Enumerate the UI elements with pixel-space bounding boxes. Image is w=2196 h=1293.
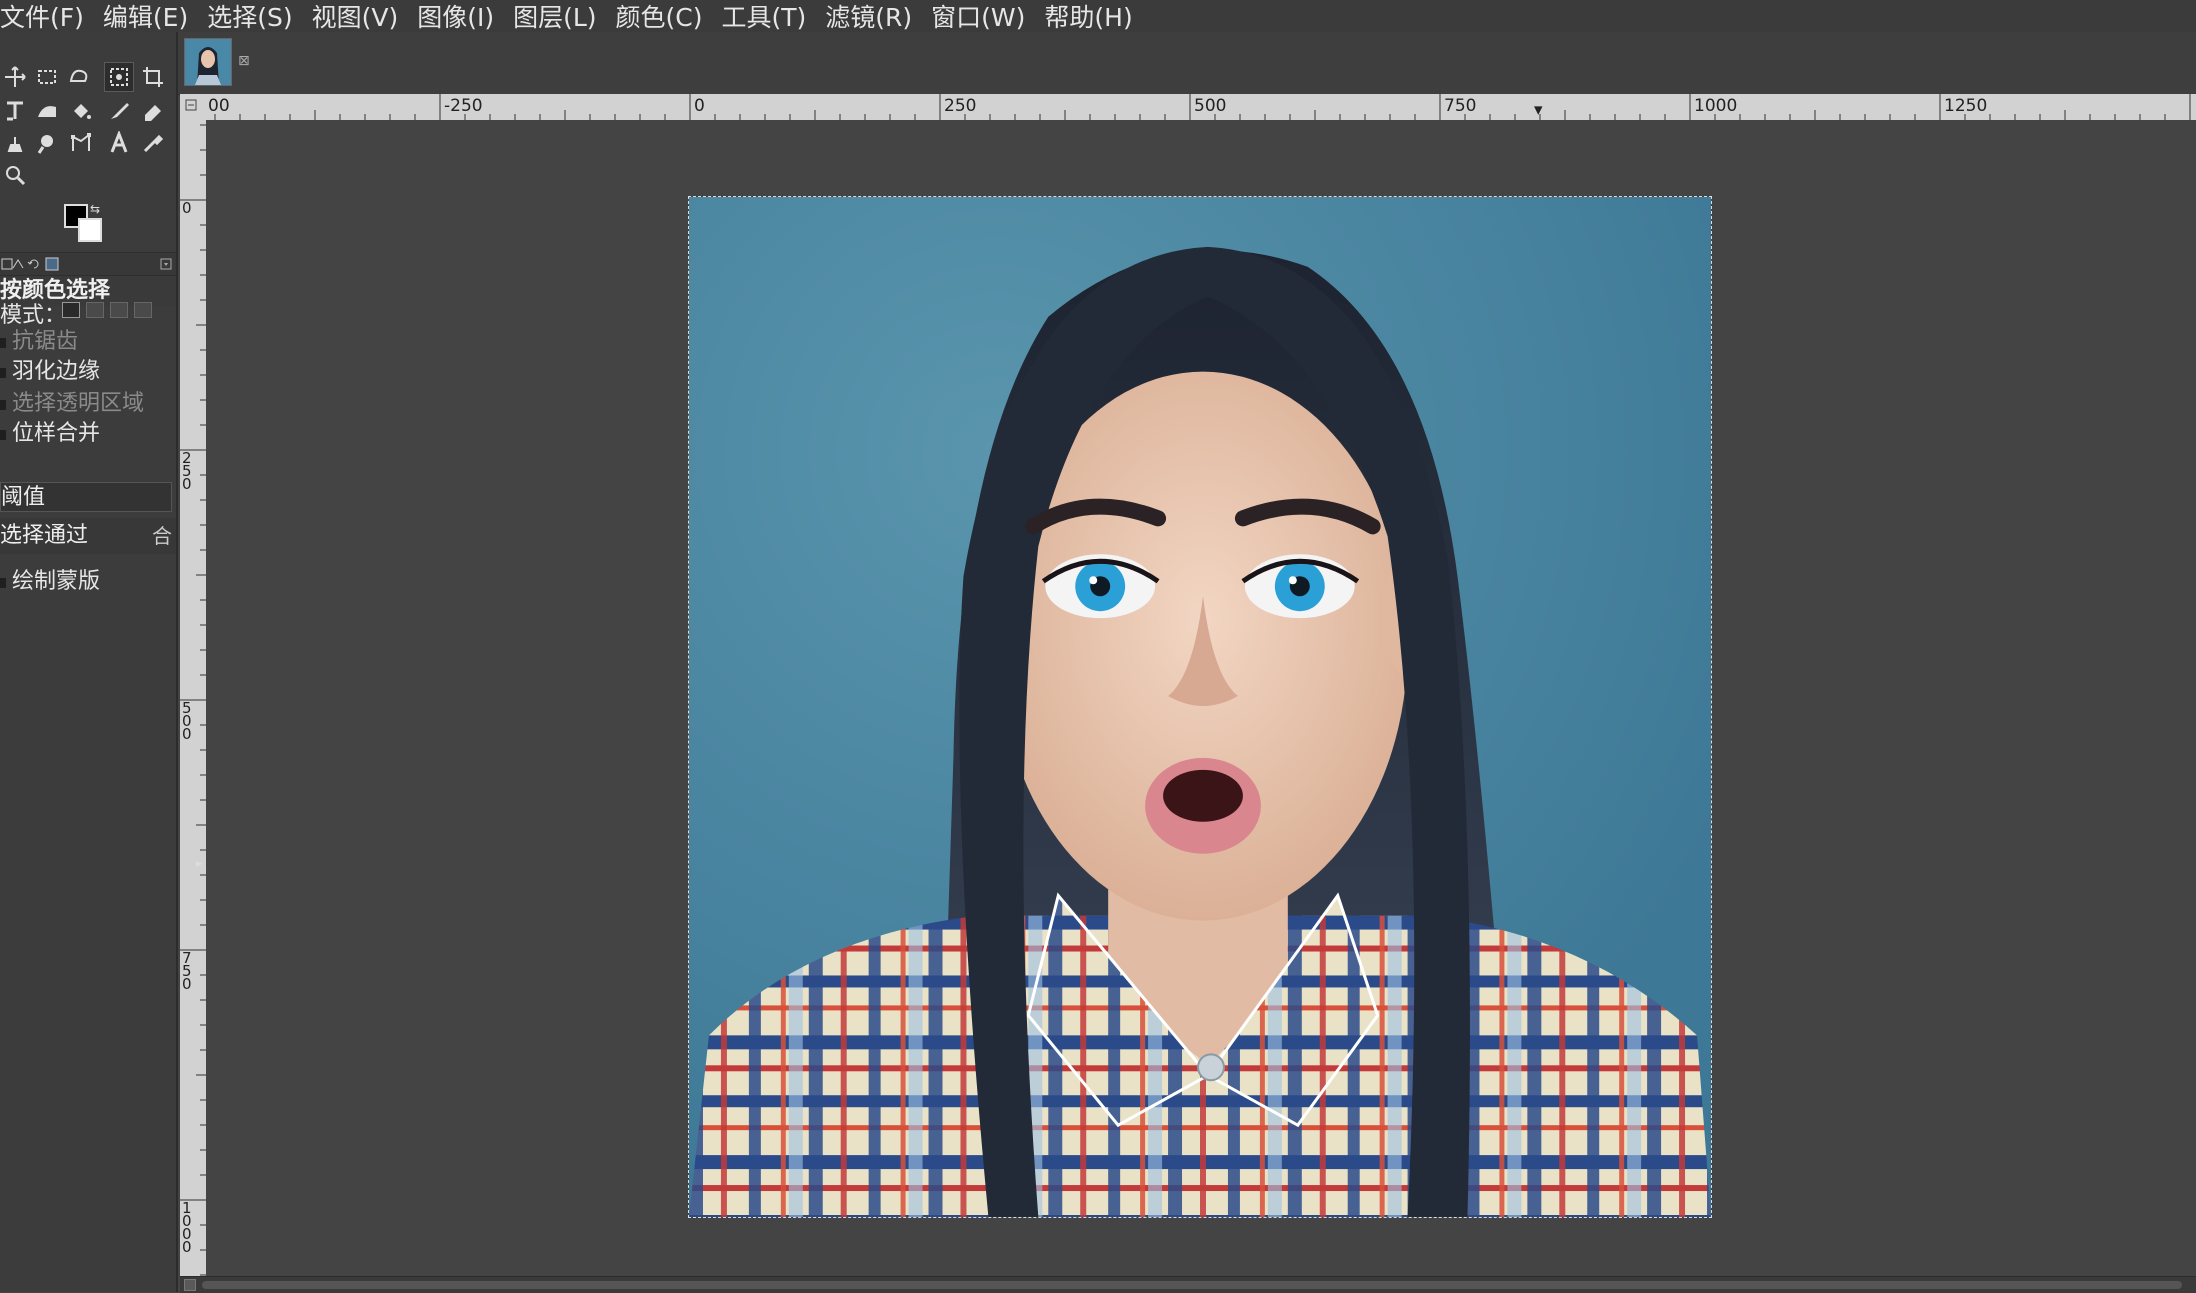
feather-label: 羽化边缘 bbox=[12, 359, 101, 384]
menu-item[interactable]: 选择(S) bbox=[207, 0, 299, 34]
menu-item[interactable]: 文件(F) bbox=[0, 0, 91, 34]
swap-colors-icon[interactable]: ⇆ bbox=[90, 202, 100, 216]
text-tool-icon[interactable] bbox=[104, 128, 134, 158]
dock-tabs-row bbox=[0, 252, 176, 276]
ruler-label: 0 bbox=[182, 199, 192, 217]
select-by-dropdown[interactable]: 选择通过 合 bbox=[0, 518, 176, 554]
select-transparent-checkbox[interactable] bbox=[0, 400, 6, 410]
color-picker-tool-icon[interactable] bbox=[138, 128, 168, 158]
horizontal-scroll-thumb[interactable] bbox=[202, 1281, 2182, 1289]
mode-intersect-button[interactable] bbox=[134, 302, 152, 318]
image-tab-thumbnail[interactable] bbox=[184, 38, 232, 86]
configure-tab-icon[interactable] bbox=[158, 256, 174, 272]
mode-label: 模式： bbox=[0, 303, 67, 328]
canvas-area[interactable] bbox=[206, 120, 2196, 1276]
sample-merged-label: 位样合并 bbox=[12, 421, 101, 446]
select-transparent-label: 选择透明区域 bbox=[12, 391, 145, 416]
vertical-ruler: 0 250 500 750 1000 bbox=[180, 120, 206, 1280]
warp-tool-icon[interactable] bbox=[32, 96, 62, 126]
background-color-swatch[interactable] bbox=[78, 218, 102, 242]
fg-bg-color-selector[interactable]: ⇆ bbox=[60, 202, 110, 252]
eraser-tool-icon[interactable] bbox=[138, 96, 168, 126]
rect-select-tool-icon[interactable] bbox=[32, 62, 62, 92]
ruler-label: 1250 bbox=[1944, 96, 1988, 116]
ruler-label: 00 bbox=[208, 96, 230, 116]
clone-tool-icon[interactable] bbox=[0, 128, 30, 158]
menu-item[interactable]: 颜色(C) bbox=[616, 0, 710, 34]
menu-item[interactable]: 工具(T) bbox=[722, 0, 814, 34]
navigate-icon[interactable] bbox=[184, 1279, 196, 1291]
smudge-tool-icon[interactable] bbox=[32, 128, 62, 158]
mode-add-button[interactable] bbox=[86, 302, 104, 318]
ruler-label: 500 bbox=[1194, 96, 1227, 116]
paths-tool-icon[interactable] bbox=[66, 128, 96, 158]
ruler-label: 750 bbox=[182, 949, 192, 993]
horizontal-ruler: 00 -250 0 250 500 750 1000 1250 ▾ bbox=[204, 94, 2196, 120]
zoom-tool-icon[interactable] bbox=[0, 160, 30, 190]
paintbrush-tool-icon[interactable] bbox=[104, 96, 134, 126]
ruler-corner-icon[interactable] bbox=[180, 94, 205, 120]
select-by-color-tool-icon[interactable] bbox=[104, 62, 134, 92]
mode-replace-button[interactable] bbox=[62, 302, 80, 318]
ruler-label: 1000 bbox=[1694, 96, 1738, 116]
draw-mask-label: 绘制蒙版 bbox=[12, 569, 101, 594]
undo-history-tab-icon[interactable] bbox=[26, 256, 42, 272]
ruler-label: 0 bbox=[694, 96, 705, 116]
menu-item[interactable]: 帮助(H) bbox=[1044, 0, 1139, 34]
left-dock-panel: ⇆ 按颜色选择 模式： 抗锯齿 羽化边缘 选择透明区域 位样合并 阈值 选择通过… bbox=[0, 32, 178, 1292]
ruler-label: 1000 bbox=[182, 1199, 192, 1256]
vertical-ruler-marker-icon: ▸ bbox=[196, 856, 203, 870]
ruler-pointer-marker-icon: ▾ bbox=[1534, 100, 1543, 120]
menu-item[interactable]: 编辑(E) bbox=[103, 0, 195, 34]
close-image-tab-icon[interactable]: ⊠ bbox=[238, 54, 252, 68]
free-select-tool-icon[interactable] bbox=[64, 62, 94, 92]
crop-tool-icon[interactable] bbox=[138, 62, 168, 92]
antialias-label: 抗锯齿 bbox=[12, 329, 79, 354]
portrait-image[interactable] bbox=[688, 196, 1712, 1218]
ruler-label: 250 bbox=[944, 96, 977, 116]
transform-tool-icon[interactable] bbox=[0, 96, 30, 126]
menu-item[interactable]: 滤镜(R) bbox=[825, 0, 919, 34]
ruler-label: -250 bbox=[444, 96, 483, 116]
threshold-slider[interactable]: 阈值 bbox=[0, 482, 172, 512]
menu-item[interactable]: 视图(V) bbox=[312, 0, 406, 34]
images-tab-icon[interactable] bbox=[44, 256, 60, 272]
ruler-label: 750 bbox=[1444, 96, 1477, 116]
ruler-label: 500 bbox=[182, 699, 192, 743]
move-tool-icon[interactable] bbox=[0, 62, 30, 92]
menubar: 文件(F) 编辑(E) 选择(S) 视图(V) 图像(I) 图层(L) 颜色(C) 工具(T)… bbox=[0, 0, 2196, 32]
draw-mask-checkbox[interactable] bbox=[0, 578, 6, 588]
select-by-label: 选择通过 bbox=[0, 523, 89, 548]
bucket-fill-tool-icon[interactable] bbox=[66, 96, 96, 126]
antialias-checkbox[interactable] bbox=[0, 338, 6, 348]
mode-subtract-button[interactable] bbox=[110, 302, 128, 318]
menu-item[interactable]: 图像(I) bbox=[417, 0, 501, 34]
threshold-label: 阈值 bbox=[1, 485, 46, 510]
select-by-value: 合 bbox=[152, 524, 172, 548]
menu-item[interactable]: 窗口(W) bbox=[931, 0, 1032, 34]
feather-checkbox[interactable] bbox=[0, 368, 6, 378]
image-tab-strip: ⊠ bbox=[178, 32, 2196, 95]
horizontal-scrollbar[interactable] bbox=[180, 1276, 2196, 1293]
toolbox bbox=[0, 62, 176, 212]
ruler-label: 250 bbox=[182, 449, 192, 493]
device-status-tab-icon[interactable] bbox=[10, 256, 26, 272]
sample-merged-checkbox[interactable] bbox=[0, 430, 6, 440]
menu-item[interactable]: 图层(L) bbox=[513, 0, 603, 34]
